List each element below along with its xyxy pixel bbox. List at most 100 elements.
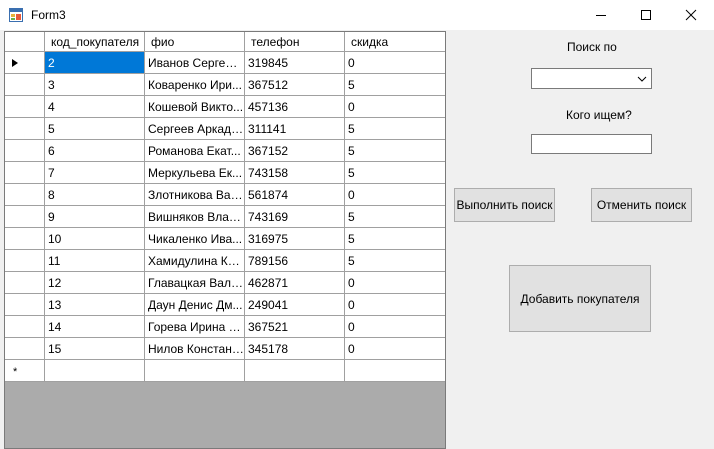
grid-cell[interactable]: 5 [345, 228, 445, 250]
grid-cell[interactable] [145, 360, 245, 382]
grid-cell[interactable]: Меркульева Ек... [145, 162, 245, 184]
title-bar[interactable]: Form3 [0, 0, 714, 30]
table-row[interactable]: 8 Злотникова Вал... 561874 0 [5, 184, 445, 206]
grid-cell[interactable]: Кошевой Викто... [145, 96, 245, 118]
grid-cell[interactable]: 561874 [245, 184, 345, 206]
row-header[interactable] [5, 294, 45, 316]
grid-cell[interactable]: 4 [45, 96, 145, 118]
grid-cell[interactable]: 5 [345, 162, 445, 184]
grid-cell[interactable]: 5 [45, 118, 145, 140]
grid-cell[interactable] [345, 360, 445, 382]
grid-cell[interactable]: 0 [345, 272, 445, 294]
grid-cell[interactable]: 462871 [245, 272, 345, 294]
table-row[interactable]: 9 Вишняков Влад... 743169 5 [5, 206, 445, 228]
column-header-discount[interactable]: скидка [345, 32, 445, 52]
row-header[interactable] [5, 272, 45, 294]
grid-cell[interactable]: 5 [345, 118, 445, 140]
search-by-combobox[interactable] [531, 68, 652, 89]
grid-cell[interactable]: Коваренко Ири... [145, 74, 245, 96]
grid-cell[interactable]: 457136 [245, 96, 345, 118]
grid-cell[interactable]: 5 [345, 250, 445, 272]
grid-cell[interactable]: 12 [45, 272, 145, 294]
customers-grid[interactable]: код_покупателя фио телефон скидка 2 Ивано… [4, 31, 446, 449]
grid-cell[interactable]: 0 [345, 338, 445, 360]
table-row[interactable]: 3 Коваренко Ири... 367512 5 [5, 74, 445, 96]
row-header[interactable] [5, 184, 45, 206]
new-row-header[interactable]: * [5, 360, 45, 382]
grid-cell[interactable]: 3 [45, 74, 145, 96]
grid-cell[interactable]: 743158 [245, 162, 345, 184]
grid-cell[interactable]: 11 [45, 250, 145, 272]
add-customer-button[interactable]: Добавить покупателя [509, 265, 651, 332]
row-header[interactable] [5, 118, 45, 140]
grid-cell[interactable]: 8 [45, 184, 145, 206]
grid-cell[interactable]: 367512 [245, 74, 345, 96]
grid-cell[interactable]: 743169 [245, 206, 345, 228]
row-header[interactable] [5, 140, 45, 162]
row-header[interactable] [5, 316, 45, 338]
row-header-corner[interactable] [5, 32, 45, 52]
row-header[interactable] [5, 250, 45, 272]
grid-cell[interactable]: Чикаленко Ива... [145, 228, 245, 250]
close-button[interactable] [668, 0, 714, 30]
execute-search-button[interactable]: Выполнить поиск [454, 188, 555, 222]
grid-cell[interactable]: 6 [45, 140, 145, 162]
grid-cell[interactable]: 0 [345, 294, 445, 316]
table-row[interactable]: 5 Сергеев Аркади... 311141 5 [5, 118, 445, 140]
grid-cell[interactable]: 9 [45, 206, 145, 228]
row-header[interactable] [5, 52, 45, 74]
grid-cell[interactable]: Хамидулина Кр... [145, 250, 245, 272]
grid-cell[interactable]: 316975 [245, 228, 345, 250]
grid-cell[interactable]: 14 [45, 316, 145, 338]
column-header-customer-code[interactable]: код_покупателя [45, 32, 145, 52]
grid-cell[interactable] [245, 360, 345, 382]
grid-cell[interactable]: 789156 [245, 250, 345, 272]
row-header[interactable] [5, 162, 45, 184]
grid-cell[interactable]: Нилов Констант... [145, 338, 245, 360]
grid-cell[interactable]: 10 [45, 228, 145, 250]
column-header-phone[interactable]: телефон [245, 32, 345, 52]
table-row[interactable]: 2 Иванов Сергей ... 319845 0 [5, 52, 445, 74]
row-header[interactable] [5, 206, 45, 228]
table-row[interactable]: 7 Меркульева Ек... 743158 5 [5, 162, 445, 184]
table-row[interactable]: 12 Главацкая Вале... 462871 0 [5, 272, 445, 294]
grid-cell[interactable]: Иванов Сергей ... [145, 52, 245, 74]
table-row[interactable]: 4 Кошевой Викто... 457136 0 [5, 96, 445, 118]
grid-cell[interactable]: Романова Екат... [145, 140, 245, 162]
table-row[interactable]: 13 Даун Денис Дм... 249041 0 [5, 294, 445, 316]
grid-cell[interactable]: 0 [345, 316, 445, 338]
grid-cell[interactable]: 311141 [245, 118, 345, 140]
table-row[interactable]: 6 Романова Екат... 367152 5 [5, 140, 445, 162]
grid-cell[interactable]: 0 [345, 96, 445, 118]
grid-cell[interactable]: 5 [345, 74, 445, 96]
row-header[interactable] [5, 228, 45, 250]
column-header-full-name[interactable]: фио [145, 32, 245, 52]
grid-cell[interactable]: Сергеев Аркади... [145, 118, 245, 140]
table-row[interactable]: 11 Хамидулина Кр... 789156 5 [5, 250, 445, 272]
maximize-button[interactable] [623, 0, 669, 30]
grid-cell[interactable] [45, 360, 145, 382]
cancel-search-button[interactable]: Отменить поиск [591, 188, 692, 222]
search-input[interactable] [531, 134, 652, 154]
minimize-button[interactable] [578, 0, 624, 30]
row-header[interactable] [5, 74, 45, 96]
grid-cell[interactable]: 0 [345, 184, 445, 206]
grid-cell[interactable]: Горева Ирина А... [145, 316, 245, 338]
grid-cell[interactable]: Вишняков Влад... [145, 206, 245, 228]
grid-cell[interactable]: 249041 [245, 294, 345, 316]
grid-cell[interactable]: 7 [45, 162, 145, 184]
grid-cell[interactable]: 15 [45, 338, 145, 360]
grid-cell[interactable]: 367521 [245, 316, 345, 338]
grid-cell[interactable]: 0 [345, 52, 445, 74]
grid-cell[interactable]: Даун Денис Дм... [145, 294, 245, 316]
grid-cell[interactable]: 319845 [245, 52, 345, 74]
grid-cell[interactable]: 13 [45, 294, 145, 316]
row-header[interactable] [5, 338, 45, 360]
table-row[interactable]: 10 Чикаленко Ива... 316975 5 [5, 228, 445, 250]
grid-cell[interactable]: Злотникова Вал... [145, 184, 245, 206]
grid-cell[interactable]: 5 [345, 140, 445, 162]
grid-cell[interactable]: 2 [45, 52, 145, 74]
grid-cell[interactable]: Главацкая Вале... [145, 272, 245, 294]
grid-cell[interactable]: 5 [345, 206, 445, 228]
grid-cell[interactable]: 345178 [245, 338, 345, 360]
